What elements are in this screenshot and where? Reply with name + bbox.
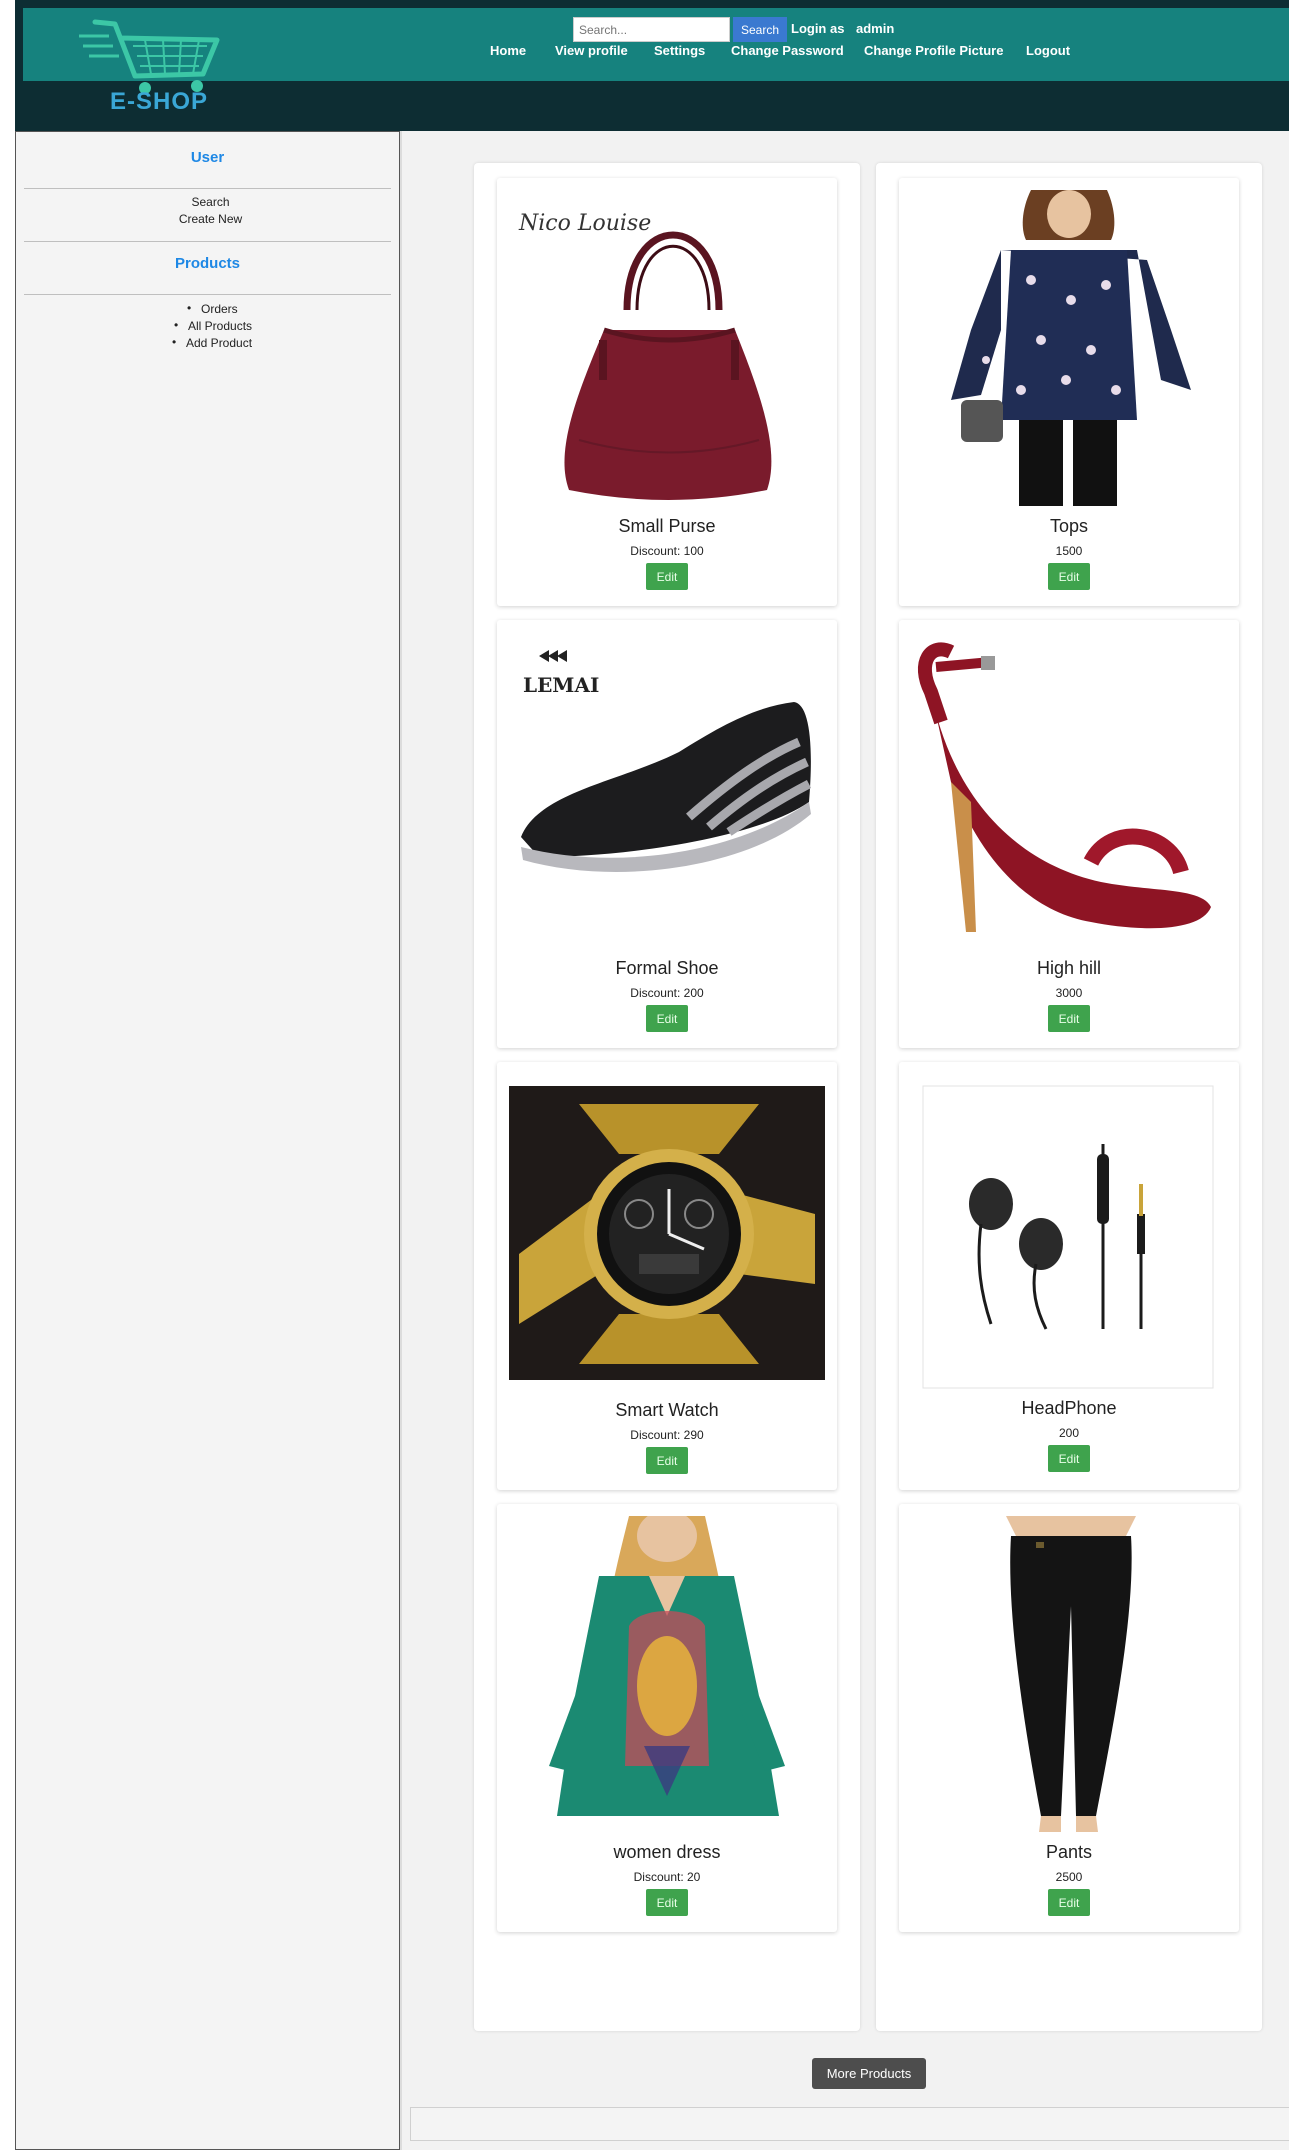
product-price: Discount: 100 bbox=[630, 544, 704, 558]
product-title[interactable]: Smart Watch bbox=[497, 1400, 837, 1421]
edit-button[interactable]: Edit bbox=[646, 1005, 688, 1032]
sidebar-link-all-products[interactable]: All Products bbox=[174, 318, 252, 333]
search-input[interactable] bbox=[573, 17, 730, 42]
nav-logout[interactable]: Logout bbox=[1026, 43, 1070, 58]
sidebar: User Search Create New Products Orders A… bbox=[15, 131, 400, 2150]
product-title[interactable]: Pants bbox=[899, 1842, 1239, 1863]
product-title[interactable]: Tops bbox=[899, 516, 1239, 537]
product-title[interactable]: High hill bbox=[899, 958, 1239, 979]
edit-button[interactable]: Edit bbox=[1048, 1445, 1090, 1472]
product-title[interactable]: women dress bbox=[497, 1842, 837, 1863]
nav-change-password[interactable]: Change Password bbox=[731, 43, 844, 58]
sidebar-link-search[interactable]: Search bbox=[16, 195, 399, 209]
product-price: Discount: 20 bbox=[633, 1870, 701, 1884]
heel-image[interactable]: STEVE MADDEN bbox=[911, 632, 1227, 948]
sidebar-heading-products[interactable]: Products bbox=[16, 255, 399, 272]
shoe-brand-text: LEMAI bbox=[523, 673, 599, 697]
product-card: HeadPhone 200 Edit bbox=[899, 1062, 1239, 1490]
edit-button[interactable]: Edit bbox=[646, 563, 688, 590]
product-price: Discount: 200 bbox=[630, 986, 704, 1000]
pants-image[interactable] bbox=[911, 1516, 1227, 1832]
sidebar-heading-user[interactable]: User bbox=[16, 149, 399, 166]
product-column-left: Nico Louise Small Purse Discount: 100 Ed… bbox=[474, 163, 860, 2031]
nav-view-profile[interactable]: View profile bbox=[555, 43, 628, 58]
shoe-image[interactable]: LEMAI bbox=[509, 632, 825, 948]
site-header: E-SHOP Search Login as admin Home View p… bbox=[15, 0, 1289, 131]
sidebar-link-create-new[interactable]: Create New bbox=[16, 212, 399, 226]
product-card: Tops 1500 Edit bbox=[899, 178, 1239, 606]
svg-text:Nico Louise: Nico Louise bbox=[518, 211, 651, 236]
login-as-label: Login as bbox=[791, 21, 845, 36]
sidebar-divider bbox=[24, 294, 391, 295]
edit-button[interactable]: Edit bbox=[646, 1447, 688, 1474]
product-card: STEVE MADDEN High hill 3000 Edit bbox=[899, 620, 1239, 1048]
edit-button[interactable]: Edit bbox=[1048, 563, 1090, 590]
footer-panel bbox=[410, 2107, 1289, 2141]
product-price: 200 bbox=[1058, 1426, 1080, 1440]
dress-image[interactable] bbox=[509, 1516, 825, 1832]
product-card: women dress Discount: 20 Edit bbox=[497, 1504, 837, 1932]
more-products-button[interactable]: More Products bbox=[812, 2058, 926, 2089]
sidebar-divider bbox=[24, 241, 391, 242]
product-title[interactable]: Small Purse bbox=[497, 516, 837, 537]
product-title[interactable]: HeadPhone bbox=[899, 1398, 1239, 1419]
product-column-right: Tops 1500 Edit STEVE MADDEN High hill 30… bbox=[876, 163, 1262, 2031]
product-title[interactable]: Formal Shoe bbox=[497, 958, 837, 979]
product-card: Pants 2500 Edit bbox=[899, 1504, 1239, 1932]
edit-button[interactable]: Edit bbox=[1048, 1005, 1090, 1032]
sidebar-divider bbox=[24, 188, 391, 189]
product-price: 1500 bbox=[1055, 544, 1083, 558]
logo-text: E-SHOP bbox=[110, 88, 209, 115]
product-card: Smart Watch Discount: 290 Edit bbox=[497, 1062, 837, 1490]
earphone-image[interactable] bbox=[911, 1074, 1227, 1390]
product-price: Discount: 290 bbox=[630, 1428, 704, 1442]
edit-button[interactable]: Edit bbox=[1048, 1889, 1090, 1916]
product-price: 3000 bbox=[1055, 986, 1083, 1000]
product-price: 2500 bbox=[1055, 1870, 1083, 1884]
product-card: LEMAI Formal Shoe Discount: 200 Edit bbox=[497, 620, 837, 1048]
top-image[interactable] bbox=[911, 190, 1227, 506]
nav-settings[interactable]: Settings bbox=[654, 43, 705, 58]
sidebar-link-orders[interactable]: Orders bbox=[187, 301, 238, 316]
watch-image[interactable] bbox=[509, 1074, 825, 1390]
nav-home[interactable]: Home bbox=[490, 43, 526, 58]
main-nav: Home View profile Settings Change Passwo… bbox=[15, 43, 1289, 63]
login-username: admin bbox=[856, 21, 895, 36]
nav-change-profile-picture[interactable]: Change Profile Picture bbox=[864, 43, 1003, 58]
search-button[interactable]: Search bbox=[733, 17, 787, 42]
product-card: Nico Louise Small Purse Discount: 100 Ed… bbox=[497, 178, 837, 606]
purse-image[interactable]: Nico Louise bbox=[509, 190, 825, 506]
edit-button[interactable]: Edit bbox=[646, 1889, 688, 1916]
sidebar-link-add-product[interactable]: Add Product bbox=[172, 335, 252, 350]
main-content: Nico Louise Small Purse Discount: 100 Ed… bbox=[400, 131, 1289, 2150]
